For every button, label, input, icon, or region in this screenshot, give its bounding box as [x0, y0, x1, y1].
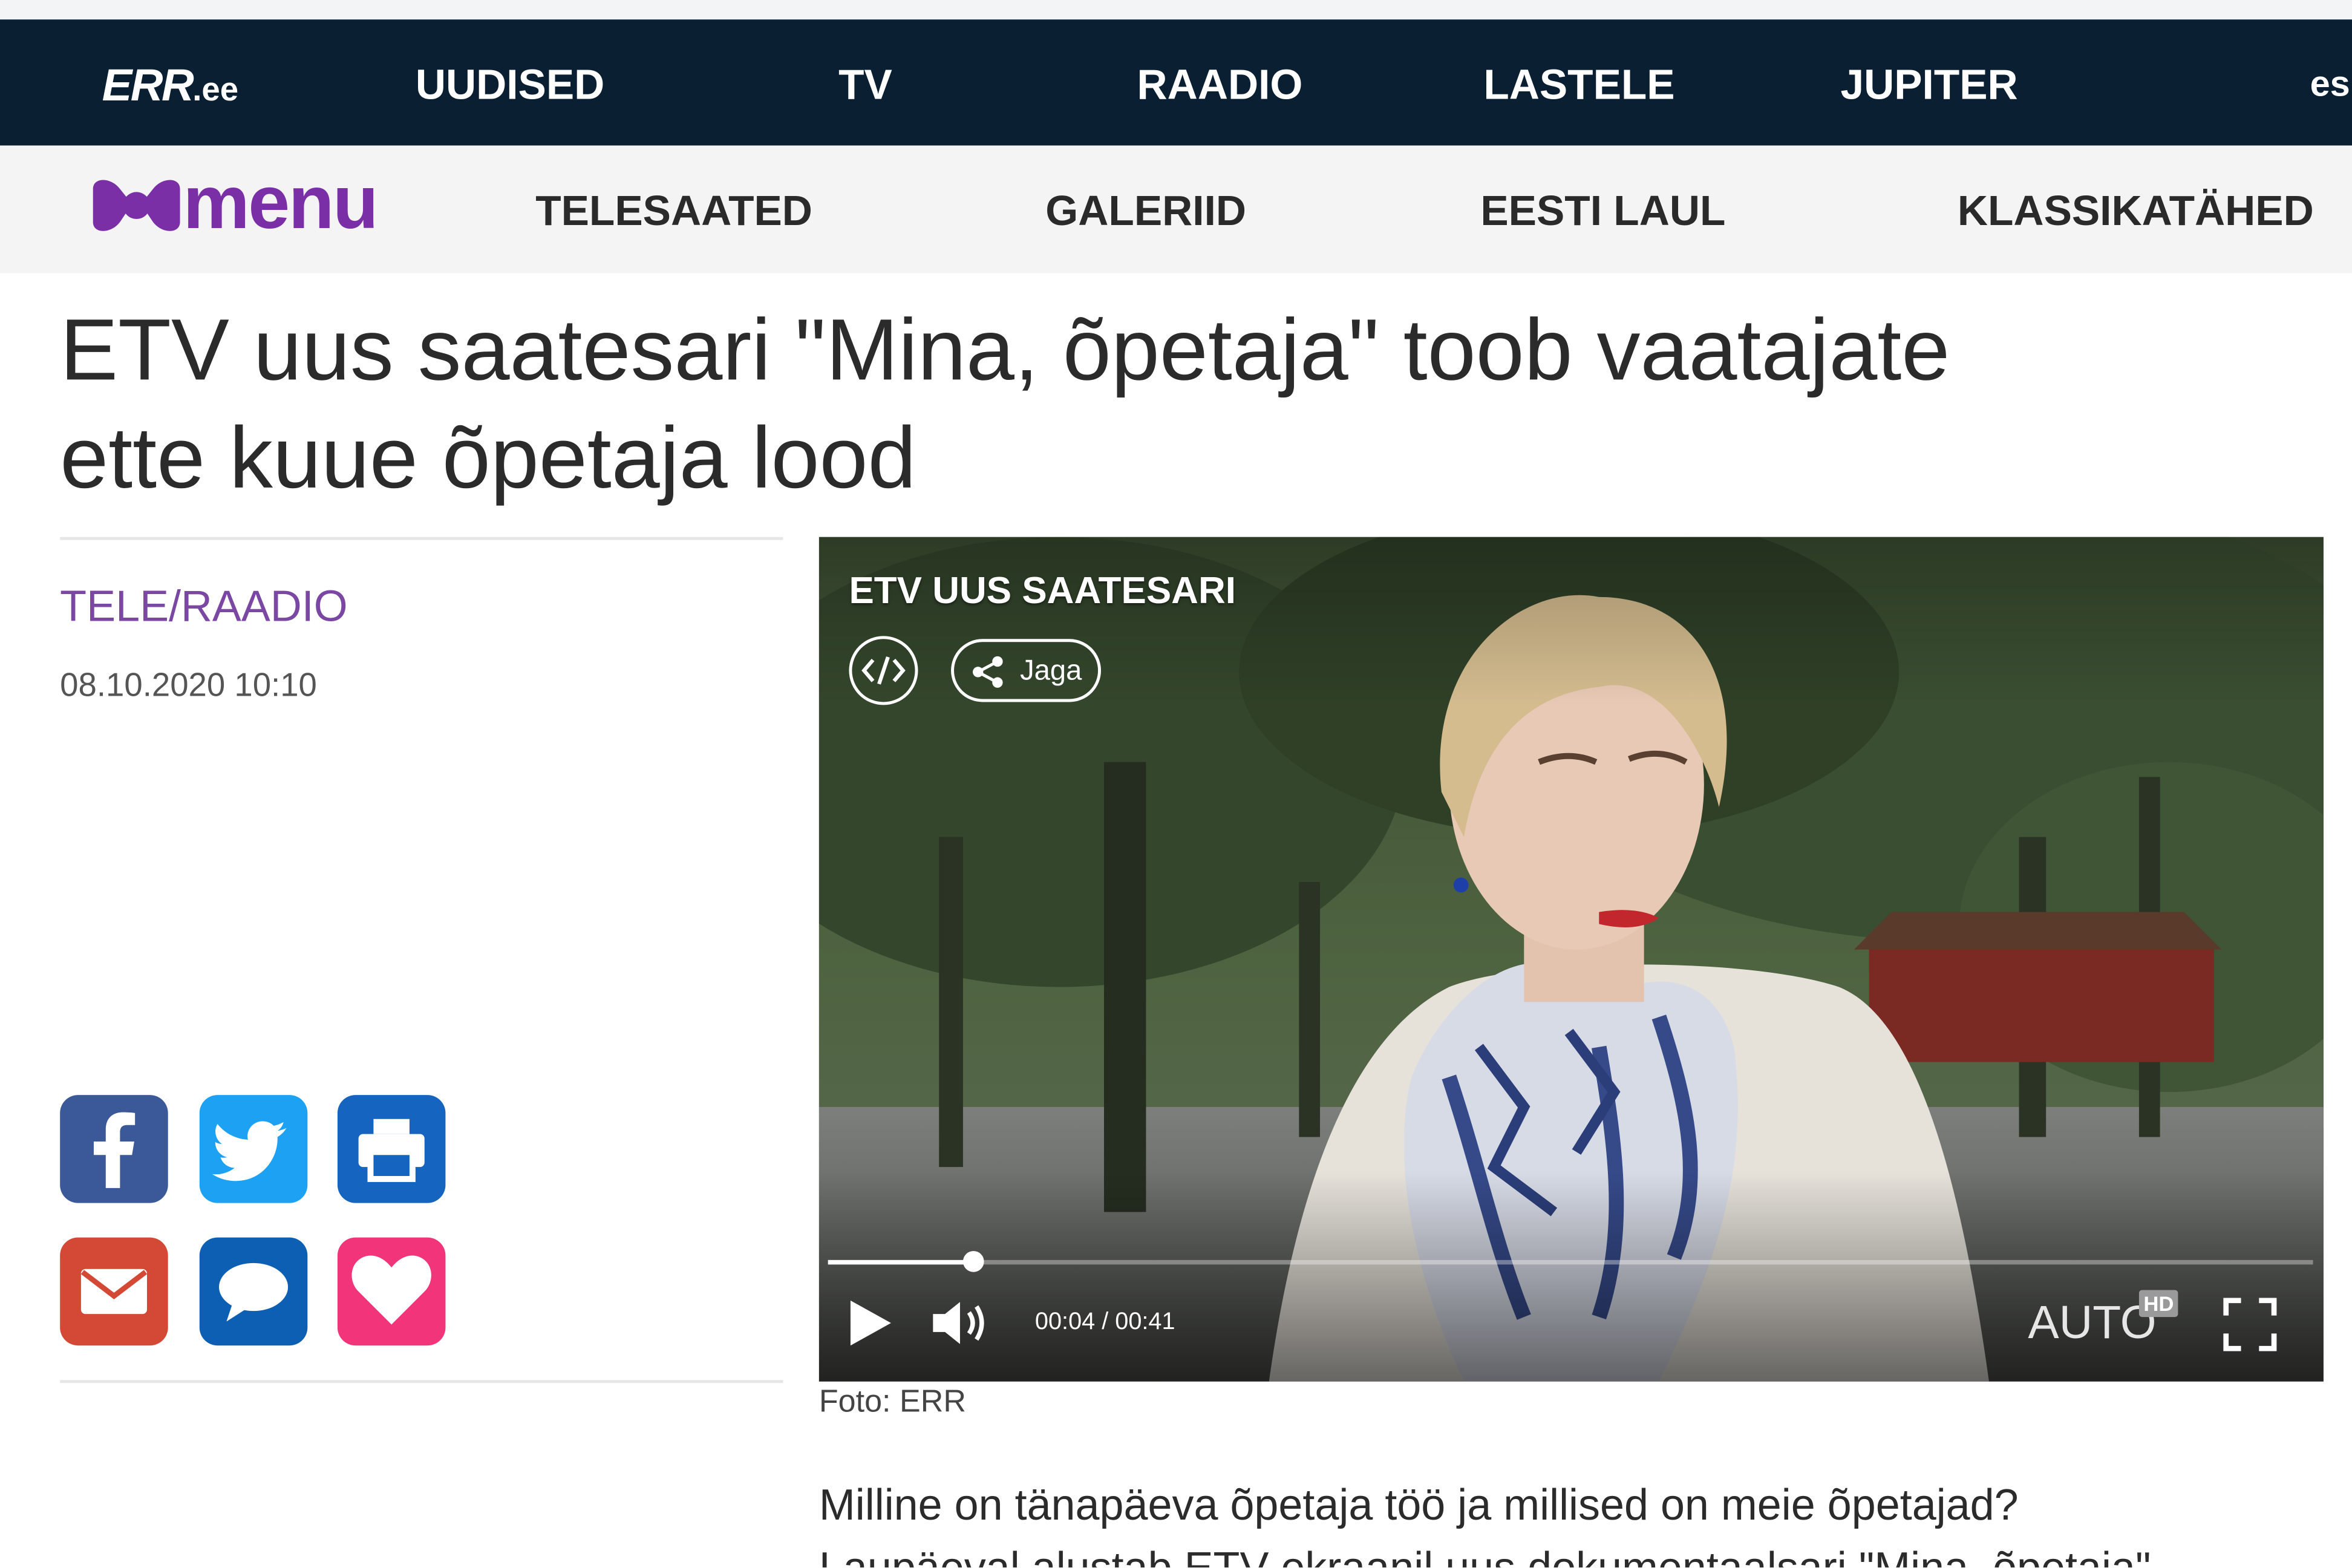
sub-navigation: menu TELESAATED GALERIID EESTI LAUL KLAS…: [0, 145, 2352, 273]
share-icon: [973, 656, 1003, 688]
play-icon[interactable]: [843, 1296, 897, 1350]
code-icon: [861, 656, 906, 685]
video-share-button[interactable]: Jaga: [951, 639, 1102, 702]
article-lead-line-1: Milline on tänapäeva õpetaja töö ja mill…: [818, 1481, 2019, 1530]
comment-icon: [219, 1263, 289, 1322]
print-icon: [358, 1119, 425, 1182]
video-title-label: ETV UUS SAATESARI: [849, 570, 1236, 612]
facebook-share-button[interactable]: [60, 1095, 168, 1203]
email-icon: [80, 1269, 148, 1315]
page: ERR.ee UUDISED TV RAADIO LASTELE JUPITER…: [0, 0, 2352, 1568]
browser-top-strip: [0, 0, 2352, 21]
fullscreen-icon[interactable]: [2223, 1298, 2277, 1351]
sub-nav-item-telesaated[interactable]: TELESAATED: [535, 146, 812, 273]
facebook-icon: [93, 1112, 136, 1188]
twitter-icon: [212, 1121, 287, 1181]
video-progress-bar[interactable]: [828, 1250, 2313, 1272]
video-progress-fill: [828, 1259, 973, 1265]
video-time: 00:04 / 00:41: [1034, 1309, 1175, 1335]
heart-icon: [351, 1255, 431, 1325]
email-share-button[interactable]: [60, 1237, 168, 1346]
nav-item-raadio[interactable]: RAADIO: [1137, 19, 1303, 145]
print-button[interactable]: [337, 1095, 446, 1203]
nav-item-tv[interactable]: TV: [838, 19, 892, 145]
article-date: 08.10.2020 10:10: [60, 665, 317, 704]
main-navigation: ERR.ee UUDISED TV RAADIO LASTELE JUPITER…: [0, 19, 2352, 146]
err-logo-suffix: .ee: [192, 70, 239, 108]
sub-nav-item-klassikatahed[interactable]: KLASSIKATÄHED: [1958, 146, 2314, 273]
favorite-button[interactable]: [337, 1237, 446, 1346]
article-title: ETV uus saatesari "Mina, õpetaja" toob v…: [60, 297, 2280, 513]
menu-logo-icon: [93, 180, 180, 231]
menu-logo[interactable]: menu: [90, 160, 405, 244]
video-player[interactable]: ETV UUS SAATESARI Jaga 00:04 / 00:41 AUT…: [818, 537, 2324, 1382]
article-category[interactable]: TELE/RAADIO: [60, 584, 348, 633]
twitter-share-button[interactable]: [199, 1095, 308, 1203]
volume-icon[interactable]: [930, 1296, 993, 1350]
sub-nav-item-eesti-laul[interactable]: EESTI LAUL: [1480, 146, 1725, 273]
embed-button[interactable]: [849, 636, 918, 705]
err-logo[interactable]: ERR.ee: [102, 19, 238, 145]
divider-bottom: [60, 1380, 783, 1383]
err-logo-text: ERR: [102, 61, 194, 111]
video-progress-knob[interactable]: [962, 1250, 984, 1272]
video-caption: Foto: ERR: [818, 1384, 966, 1419]
nav-item-lastele[interactable]: LASTELE: [1483, 19, 1674, 145]
video-quality-button[interactable]: AUTO: [2028, 1296, 2156, 1350]
article-title-line-2: ette kuue õpetaja lood: [60, 409, 916, 508]
menu-logo-text: menu: [183, 160, 379, 245]
nav-item-uudised[interactable]: UUDISED: [416, 19, 604, 145]
nav-item-cutoff[interactable]: es: [2310, 19, 2350, 145]
article-title-line-1: ETV uus saatesari "Mina, õpetaja" toob v…: [60, 301, 1950, 399]
article-lead-line-2: Laupäeval alustab ETV ekraanil uus dokum…: [819, 1539, 2151, 1567]
nav-item-jupiter[interactable]: JUPITER: [1840, 19, 2017, 145]
video-hd-badge: HD: [2138, 1290, 2178, 1318]
video-share-label: Jaga: [1020, 655, 1082, 687]
sub-nav-item-galeriid[interactable]: GALERIID: [1045, 146, 1246, 273]
divider-top: [60, 537, 783, 540]
comments-button[interactable]: [199, 1237, 308, 1346]
